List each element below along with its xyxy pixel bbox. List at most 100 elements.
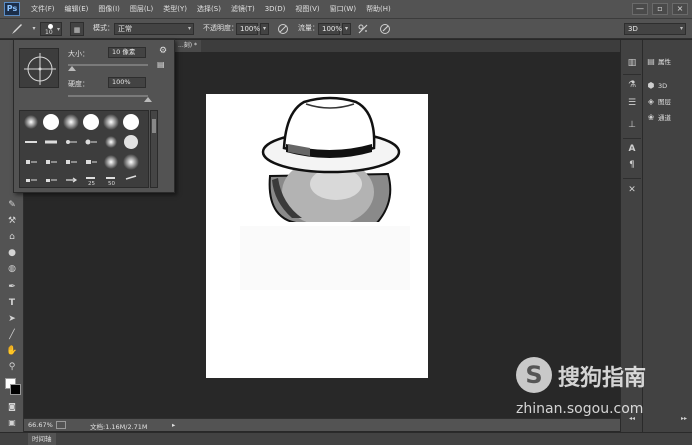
size-field[interactable]: 10 像素: [108, 47, 146, 58]
line-tool-icon[interactable]: ╱: [2, 328, 22, 342]
status-menu-arrow[interactable]: ▸: [172, 421, 175, 429]
menu-type[interactable]: 类型(Y): [158, 0, 192, 19]
brush-settings-icon[interactable]: ☰: [625, 96, 639, 110]
pressure-size-icon[interactable]: [378, 22, 392, 36]
zoom-tool-icon[interactable]: ⚲: [2, 360, 22, 374]
flow-stepper[interactable]: ▾: [342, 23, 351, 35]
flow-label: 流量：: [298, 24, 319, 32]
brush-tip[interactable]: [102, 113, 120, 131]
workspace-dropdown[interactable]: 3D ▾: [624, 23, 686, 35]
minimize-button[interactable]: —: [632, 3, 648, 15]
eraser-tool-icon[interactable]: ⌂: [2, 230, 22, 244]
paint-bucket-tool-icon[interactable]: ●: [2, 246, 22, 260]
pressure-opacity-icon[interactable]: [276, 22, 290, 36]
chevron-down-icon[interactable]: ▾: [27, 22, 41, 36]
chevron-down-icon: ▾: [187, 25, 191, 32]
brush-tip[interactable]: [102, 133, 120, 151]
menu-3d[interactable]: 3D(D): [260, 0, 291, 19]
tools-preset-icon[interactable]: ✕: [625, 183, 639, 197]
photoshop-logo: Ps: [4, 2, 20, 16]
brush-size-readout: 10: [45, 29, 53, 36]
menu-filter[interactable]: 滤镜(T): [226, 0, 260, 19]
3d-panel-tab[interactable]: ⬢ 3D: [646, 80, 692, 92]
menu-help[interactable]: 帮助(H): [361, 0, 396, 19]
export-icon[interactable]: [56, 421, 66, 429]
screen-mode-icon[interactable]: ▣: [2, 416, 22, 430]
layers-icon: ◈: [647, 97, 655, 106]
size-slider[interactable]: [68, 64, 148, 66]
brush-tip[interactable]: [22, 133, 40, 151]
brush-tip[interactable]: [62, 133, 80, 151]
channels-panel-tab[interactable]: ❀ 通道: [646, 112, 692, 124]
path-selection-tool-icon[interactable]: ➤: [2, 312, 22, 326]
brush-grid-scrollbar[interactable]: [150, 110, 158, 188]
restore-button[interactable]: ▫: [652, 3, 668, 15]
size-slider-thumb[interactable]: [68, 66, 76, 71]
hand-tool-icon[interactable]: ✋: [2, 344, 22, 358]
menu-image[interactable]: 图像(I): [93, 0, 125, 19]
opacity-value: 100%: [240, 25, 261, 33]
brush-tip[interactable]: [22, 171, 40, 189]
menu-select[interactable]: 选择(S): [192, 0, 226, 19]
brush-tip[interactable]: [82, 113, 100, 131]
timeline-tab[interactable]: 时间轴: [28, 433, 56, 445]
scrollbar-thumb[interactable]: [152, 119, 156, 133]
3d-label: 3D: [658, 82, 668, 90]
brush-tip[interactable]: [62, 171, 80, 189]
document-tab[interactable]: ...刻) *: [174, 40, 201, 52]
brush-tip[interactable]: [122, 169, 140, 187]
healing-brush-tool-icon[interactable]: ✎: [2, 198, 22, 212]
close-button[interactable]: ×: [672, 3, 688, 15]
type-tool-icon[interactable]: T: [2, 296, 22, 310]
brush-panel-toggle-icon[interactable]: ▦: [70, 22, 84, 36]
brush-tip[interactable]: [82, 133, 100, 151]
opacity-stepper[interactable]: ▾: [260, 23, 269, 35]
properties-panel-tab[interactable]: ▤ 属性: [646, 56, 692, 68]
brush-angle-preview[interactable]: [19, 48, 59, 88]
quick-mask-icon[interactable]: ◙: [2, 400, 22, 414]
menu-view[interactable]: 视图(V): [290, 0, 324, 19]
hardness-slider[interactable]: [68, 95, 148, 97]
3d-cube-icon: ⬢: [647, 81, 655, 90]
document-canvas[interactable]: [206, 94, 428, 378]
brush-tip[interactable]: [62, 153, 80, 171]
hat-character-artwork: [206, 96, 428, 378]
new-preset-icon[interactable]: ▤: [157, 60, 165, 69]
brush-tip[interactable]: [42, 153, 60, 171]
paragraph-panel-icon[interactable]: ¶: [625, 158, 639, 172]
brush-tip[interactable]: [22, 113, 40, 131]
menu-edit[interactable]: 编辑(E): [60, 0, 94, 19]
brush-icon[interactable]: [10, 22, 24, 36]
clone-stamp-tool-icon[interactable]: ⚒: [2, 214, 22, 228]
properties-label: 属性: [658, 58, 671, 66]
zoom-level[interactable]: 66.67%: [28, 421, 53, 429]
character-panel-icon[interactable]: A: [625, 142, 639, 156]
flow-input[interactable]: 100%: [318, 23, 342, 35]
brush-tip[interactable]: [22, 153, 40, 171]
brush-presets-icon[interactable]: ⚗: [625, 78, 639, 92]
history-icon[interactable]: ▥: [625, 56, 639, 70]
brush-tip[interactable]: [122, 113, 140, 131]
brush-tip[interactable]: [42, 113, 60, 131]
hardness-field[interactable]: 100%: [108, 77, 146, 88]
clone-source-icon[interactable]: ⊥: [625, 118, 639, 132]
mode-dropdown[interactable]: 正常 ▾: [114, 23, 194, 35]
pen-tool-icon[interactable]: ✒: [2, 280, 22, 294]
layers-panel-tab[interactable]: ◈ 图层: [646, 96, 692, 108]
opacity-input[interactable]: 100%: [236, 23, 261, 35]
hardness-slider-thumb[interactable]: [144, 97, 152, 102]
brush-tip[interactable]: [42, 133, 60, 151]
brush-preset-popup: 大小： 10 像素 ⚙ ▤ 硬度： 100% 25 50: [13, 39, 175, 193]
airbrush-icon[interactable]: [356, 22, 370, 36]
brush-preset-picker[interactable]: 10 ▾: [40, 22, 62, 36]
dodge-tool-icon[interactable]: ◍: [2, 262, 22, 276]
brush-tip[interactable]: [122, 133, 140, 151]
brush-tip[interactable]: [42, 171, 60, 189]
background-color-swatch[interactable]: [10, 384, 21, 395]
brush-tip[interactable]: [62, 113, 80, 131]
menu-layer[interactable]: 图层(L): [125, 0, 158, 19]
brush-size-25: 25: [88, 181, 95, 187]
menu-file[interactable]: 文件(F): [26, 0, 60, 19]
menu-window[interactable]: 窗口(W): [325, 0, 361, 19]
gear-icon[interactable]: ⚙: [159, 46, 167, 56]
